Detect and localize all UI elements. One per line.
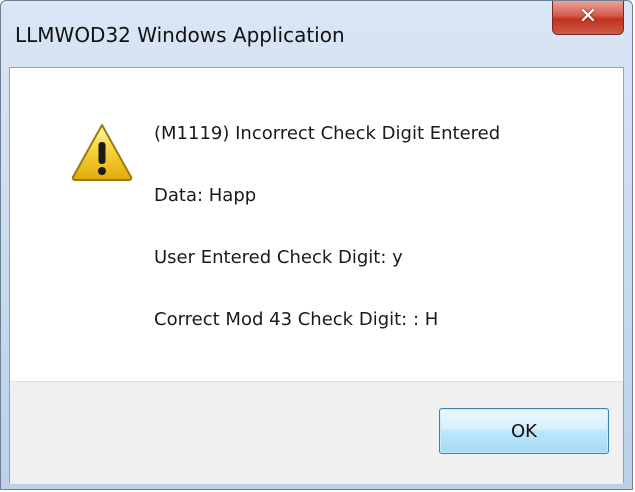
window-title: LLMWOD32 Windows Application [15, 23, 345, 47]
close-button[interactable]: ✕ [552, 1, 624, 35]
message-text: (M1119) Incorrect Check Digit Entered Da… [154, 120, 500, 334]
dialog-client-area: (M1119) Incorrect Check Digit Entered Da… [9, 67, 624, 484]
data-value: Data: Happ [154, 185, 257, 206]
title-bar[interactable]: LLMWOD32 Windows Application ✕ [1, 1, 632, 67]
ok-button[interactable]: OK [439, 408, 609, 454]
correct-check-digit: Correct Mod 43 Check Digit: : H [154, 309, 439, 330]
close-icon: ✕ [578, 3, 598, 29]
dialog-window: LLMWOD32 Windows Application ✕ (M1119) I… [0, 0, 633, 490]
warning-icon [71, 124, 133, 181]
user-check-digit: User Entered Check Digit: y [154, 247, 403, 268]
error-message: (M1119) Incorrect Check Digit Entered [154, 123, 501, 144]
button-bar: OK [10, 381, 623, 484]
message-area: (M1119) Incorrect Check Digit Entered Da… [10, 68, 623, 381]
